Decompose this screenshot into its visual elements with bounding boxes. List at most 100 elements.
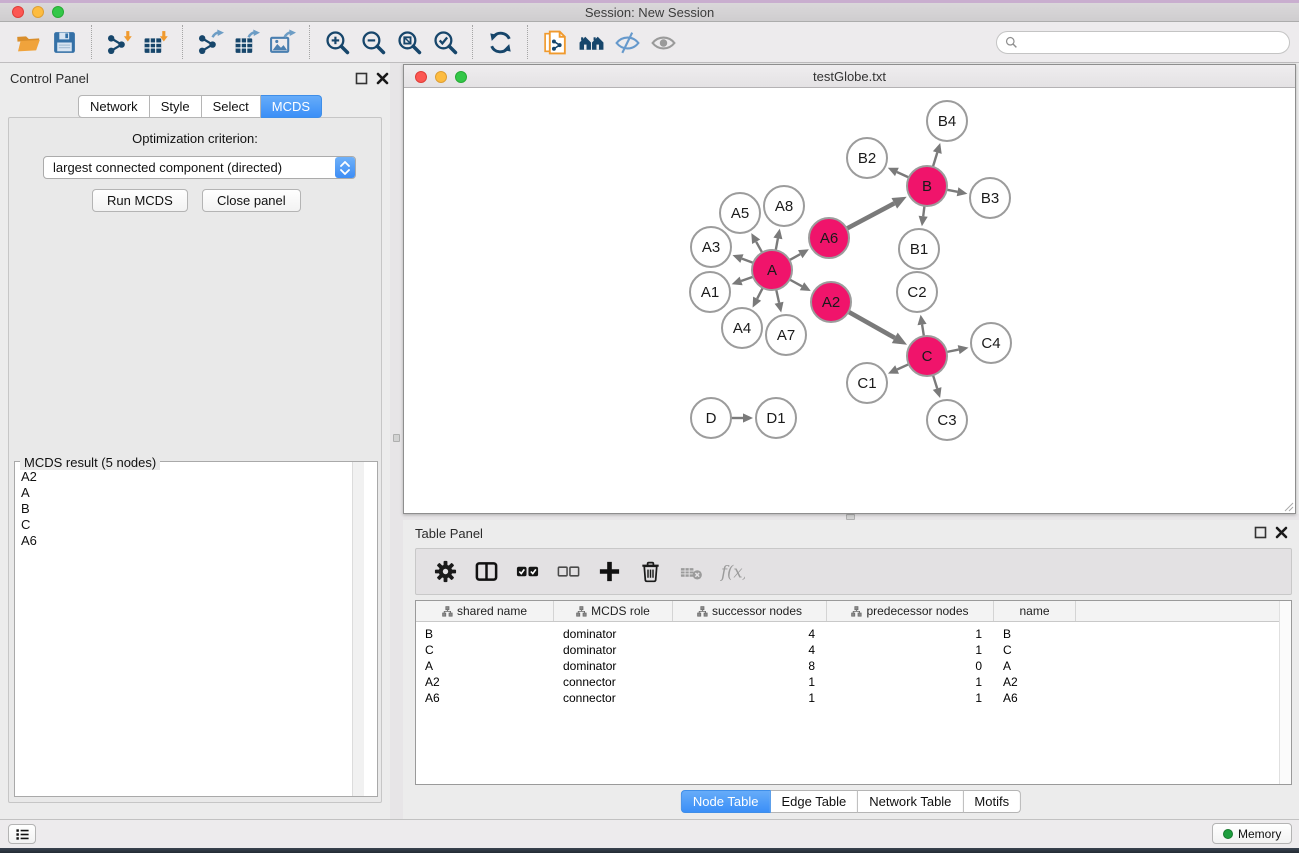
horizontal-splitter-handle[interactable]: [846, 514, 855, 520]
network-minimize-button[interactable]: [435, 71, 447, 83]
edge-A-A6[interactable]: [789, 254, 800, 260]
memory-button[interactable]: Memory: [1212, 823, 1292, 844]
float-panel-icon[interactable]: [355, 72, 368, 85]
resize-handle-icon[interactable]: [1282, 500, 1294, 512]
edge-arrowhead: [933, 143, 942, 154]
select-all-button[interactable]: [512, 557, 542, 587]
tab-node-table[interactable]: Node Table: [681, 790, 771, 813]
columns-button[interactable]: [471, 557, 501, 587]
close-window-button[interactable]: [12, 6, 24, 18]
network-canvas[interactable]: B4B2BB3A8A5A6A3B1AA1C2A2A4A7C4CC1DD1C3: [404, 88, 1295, 513]
edge-B-B3[interactable]: [947, 190, 958, 192]
import-table-button[interactable]: [137, 25, 173, 59]
tab-select[interactable]: Select: [202, 95, 261, 118]
edge-B-B2[interactable]: [897, 172, 909, 178]
open-folder-button[interactable]: [10, 25, 46, 59]
edge-A2-C[interactable]: [848, 312, 894, 338]
toolbar-separator: [91, 25, 92, 59]
table-row[interactable]: A2connector11A2: [416, 674, 1291, 690]
network-document-button[interactable]: [537, 25, 573, 59]
edge-A6-B[interactable]: [847, 203, 895, 228]
column-header-successor-nodes[interactable]: successor nodes: [673, 601, 827, 621]
edge-A-A3[interactable]: [742, 259, 753, 263]
mcds-result-item[interactable]: C: [15, 517, 364, 533]
edge-B-B1[interactable]: [923, 206, 924, 217]
search-input[interactable]: [1023, 35, 1281, 50]
toolbar-separator: [309, 25, 310, 59]
table-row[interactable]: Bdominator41B: [416, 626, 1291, 642]
edge-A-A2[interactable]: [790, 280, 802, 287]
edge-B-B4[interactable]: [933, 153, 937, 167]
network-window-titlebar[interactable]: testGlobe.txt: [404, 65, 1295, 88]
import-network-button[interactable]: [101, 25, 137, 59]
export-table-button[interactable]: [228, 25, 264, 59]
tab-edge-table[interactable]: Edge Table: [770, 790, 858, 813]
zoom-window-button[interactable]: [52, 6, 64, 18]
run-mcds-button[interactable]: Run MCDS: [92, 189, 188, 212]
search-box[interactable]: [996, 31, 1290, 54]
table-cell: 4: [673, 626, 827, 642]
save-disk-button[interactable]: [46, 25, 82, 59]
deselect-all-button[interactable]: [553, 557, 583, 587]
tab-network-table[interactable]: Network Table: [858, 790, 963, 813]
show-eye-button[interactable]: [645, 25, 681, 59]
zoom-out-button[interactable]: [355, 25, 391, 59]
table-row[interactable]: A6connector11A6: [416, 690, 1291, 706]
edge-C-C2[interactable]: [922, 325, 924, 337]
edge-A-A8[interactable]: [776, 238, 778, 250]
close-panel-button[interactable]: Close panel: [202, 189, 301, 212]
mcds-result-item[interactable]: B: [15, 501, 364, 517]
criterion-dropdown[interactable]: largest connected component (directed): [43, 156, 356, 179]
memory-label: Memory: [1238, 827, 1281, 841]
edge-C-C4[interactable]: [947, 350, 959, 352]
close-panel-icon[interactable]: [376, 72, 389, 85]
table-scrollbar[interactable]: [1279, 601, 1291, 784]
table-row[interactable]: Cdominator41C: [416, 642, 1291, 658]
column-header-MCDS-role[interactable]: MCDS role: [554, 601, 673, 621]
edge-A-A1[interactable]: [741, 277, 753, 281]
edge-C-C3[interactable]: [933, 375, 937, 388]
column-header-name[interactable]: name: [994, 601, 1076, 621]
network-zoom-button[interactable]: [455, 71, 467, 83]
edge-A-A4[interactable]: [757, 288, 763, 299]
refresh-button[interactable]: [482, 25, 518, 59]
network-close-button[interactable]: [415, 71, 427, 83]
network-document-icon: [542, 29, 569, 56]
mcds-result-scrollbar[interactable]: [352, 462, 364, 796]
node-label-C3: C3: [937, 412, 956, 429]
column-header-predecessor-nodes[interactable]: predecessor nodes: [827, 601, 994, 621]
export-image-button[interactable]: [264, 25, 300, 59]
zoom-in-button[interactable]: [319, 25, 355, 59]
table-cell: 4: [673, 642, 827, 658]
edge-C-C1[interactable]: [897, 364, 909, 369]
node-label-C2: C2: [907, 284, 926, 301]
mcds-result-list[interactable]: A2ABCA6: [15, 462, 364, 796]
tab-style[interactable]: Style: [150, 95, 202, 118]
float-panel-icon[interactable]: [1254, 526, 1267, 539]
add-row-button[interactable]: [594, 557, 624, 587]
vertical-splitter-handle[interactable]: [393, 434, 400, 442]
tab-network[interactable]: Network: [78, 95, 150, 118]
hide-eye-button[interactable]: [609, 25, 645, 59]
node-table[interactable]: shared nameMCDS rolesuccessor nodesprede…: [415, 600, 1292, 785]
minimize-window-button[interactable]: [32, 6, 44, 18]
settings-button[interactable]: [430, 557, 460, 587]
column-header-shared-name[interactable]: shared name: [416, 601, 554, 621]
mcds-result-item[interactable]: A2: [15, 469, 364, 485]
mcds-result-item[interactable]: A6: [15, 533, 364, 549]
task-history-button[interactable]: [8, 824, 36, 844]
edge-A-A5[interactable]: [756, 242, 762, 253]
home-button[interactable]: [573, 25, 609, 59]
tab-motifs[interactable]: Motifs: [963, 790, 1021, 813]
close-panel-icon[interactable]: [1275, 526, 1288, 539]
tab-mcds[interactable]: MCDS: [261, 95, 322, 118]
mcds-result-item[interactable]: A: [15, 485, 364, 501]
main-toolbar: [0, 22, 1299, 63]
export-network-button[interactable]: [192, 25, 228, 59]
edge-A-A7[interactable]: [776, 290, 779, 303]
zoom-fit-button[interactable]: [391, 25, 427, 59]
table-row[interactable]: Adominator80A: [416, 658, 1291, 674]
delete-row-button[interactable]: [635, 557, 665, 587]
zoom-selected-button[interactable]: [427, 25, 463, 59]
node-label-A6: A6: [820, 230, 838, 247]
